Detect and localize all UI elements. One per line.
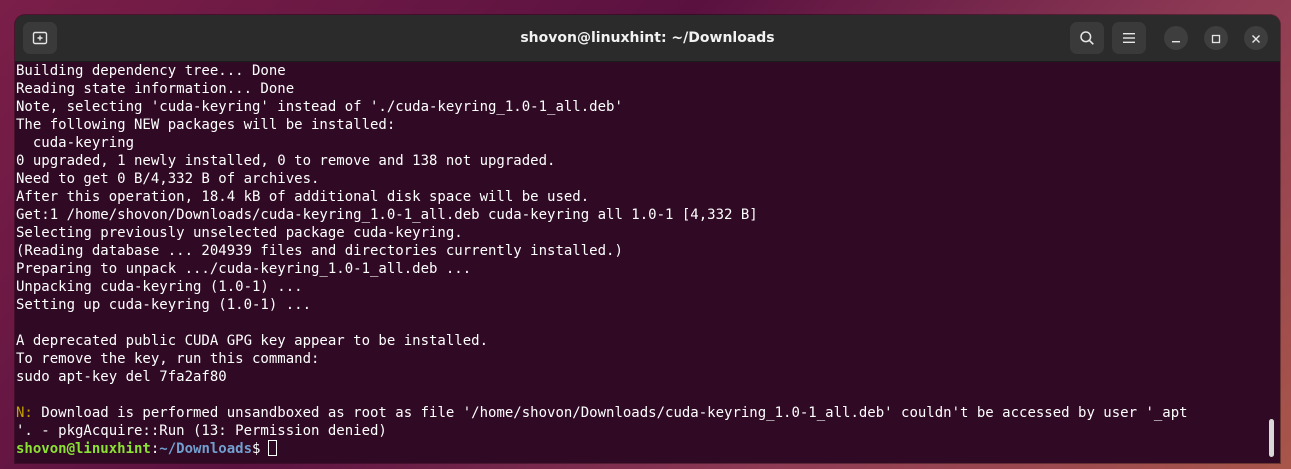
terminal-line: Need to get 0 B/4,332 B of archives.: [16, 171, 320, 187]
menu-button[interactable]: [1112, 22, 1146, 54]
note-text: Download is performed unsandboxed as roo…: [32, 405, 1188, 421]
scrollbar-thumb[interactable]: [1269, 419, 1274, 457]
prompt-symbol: $: [252, 441, 261, 457]
terminal-line: Setting up cuda-keyring (1.0-1) ...: [16, 297, 312, 313]
hamburger-menu-icon: [1122, 32, 1136, 44]
terminal-line: Preparing to unpack .../cuda-keyring_1.0…: [16, 261, 472, 277]
search-icon: [1079, 30, 1095, 46]
header-bar: shovon@linuxhint: ~/Downloads: [15, 15, 1280, 62]
terminal-line: To remove the key, run this command:: [16, 351, 320, 367]
terminal-window: shovon@linuxhint: ~/Downloads Building d…: [15, 15, 1280, 463]
note-prefix: N:: [16, 405, 33, 421]
text-cursor: [268, 440, 278, 456]
terminal-line: (Reading database ... 204939 files and d…: [16, 243, 623, 259]
prompt-user-host: shovon@linuxhint: [16, 441, 151, 457]
maximize-icon: [1211, 29, 1221, 48]
close-button[interactable]: [1244, 26, 1268, 50]
note-line: N: Download is performed unsandboxed as …: [15, 404, 1264, 422]
shell-prompt[interactable]: shovon@linuxhint:~/Downloads$: [15, 440, 1264, 458]
search-button[interactable]: [1070, 22, 1104, 54]
terminal-line: Get:1 /home/shovon/Downloads/cuda-keyrin…: [16, 207, 758, 223]
terminal-line: Reading state information... Done: [16, 81, 295, 97]
minimize-button[interactable]: [1164, 26, 1188, 50]
terminal-line: sudo apt-key del 7fa2af80: [16, 369, 227, 385]
terminal-line: Note, selecting 'cuda-keyring' instead o…: [16, 99, 623, 115]
minimize-icon: [1171, 29, 1181, 48]
close-icon: [1251, 29, 1261, 48]
terminal-line: cuda-keyring: [16, 135, 135, 151]
terminal-line: The following NEW packages will be insta…: [16, 117, 396, 133]
prompt-path: ~/Downloads: [159, 441, 253, 457]
terminal-line: After this operation, 18.4 kB of additio…: [16, 189, 590, 205]
terminal-line: Selecting previously unselected package …: [16, 225, 463, 241]
terminal-line: 0 upgraded, 1 newly installed, 0 to remo…: [16, 153, 556, 169]
terminal-line: Unpacking cuda-keyring (1.0-1) ...: [16, 279, 303, 295]
note-line-continued: '. - pkgAcquire::Run (13: Permission den…: [16, 423, 387, 439]
terminal-output[interactable]: Building dependency tree... Done Reading…: [15, 62, 1264, 463]
maximize-button[interactable]: [1204, 26, 1228, 50]
terminal-line: A deprecated public CUDA GPG key appear …: [16, 333, 489, 349]
terminal-line: Building dependency tree... Done: [16, 63, 286, 79]
